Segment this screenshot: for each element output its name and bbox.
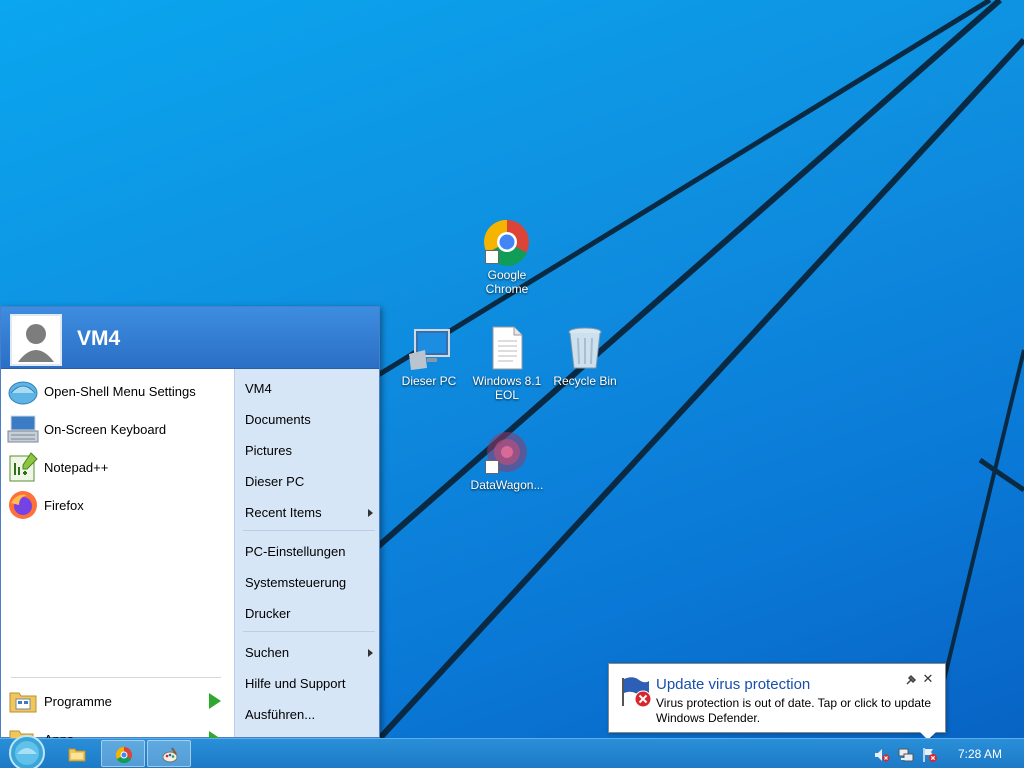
- places-item-pc-settings[interactable]: PC-Einstellungen: [245, 541, 377, 563]
- keyboard-icon: [7, 413, 39, 445]
- places-item-search[interactable]: Suchen: [245, 642, 377, 664]
- places-item-control-panel[interactable]: Systemsteuerung: [245, 572, 377, 594]
- network-icon[interactable]: [898, 747, 914, 763]
- volume-muted-icon[interactable]: [874, 747, 890, 763]
- places-item-label: VM4: [245, 381, 272, 396]
- desktop-icon-windows-eol[interactable]: Windows 8.1 EOL: [469, 324, 545, 402]
- chrome-icon: [483, 218, 531, 266]
- start-item-label: On-Screen Keyboard: [44, 421, 167, 437]
- taskbar-file-explorer[interactable]: [55, 740, 99, 767]
- start-menu-places-pane: VM4 Documents Pictures Dieser PC Recent …: [234, 369, 379, 737]
- notification-balloon[interactable]: Update virus protection Virus protection…: [608, 663, 946, 733]
- file-explorer-icon: [68, 745, 86, 763]
- taskbar-paint[interactable]: [147, 740, 191, 767]
- start-menu-programs-pane: Open-Shell Menu Settings On-Screen Keybo…: [1, 369, 234, 768]
- places-item-help-support[interactable]: Hilfe und Support: [245, 673, 377, 695]
- places-item-recent-items[interactable]: Recent Items: [245, 502, 377, 524]
- places-item-printers[interactable]: Drucker: [245, 603, 377, 625]
- submenu-arrow-icon: [209, 693, 221, 709]
- start-item-on-screen-keyboard[interactable]: On-Screen Keyboard: [7, 412, 229, 446]
- start-item-label: Firefox: [44, 497, 84, 513]
- places-item-pictures[interactable]: Pictures: [245, 440, 377, 462]
- firefox-icon: [7, 489, 39, 521]
- desktop-icon-label: Google Chrome: [485, 268, 529, 296]
- settings-wrench-icon[interactable]: [905, 674, 917, 686]
- places-item-label: PC-Einstellungen: [245, 544, 346, 559]
- desktop-icon-recycle-bin[interactable]: Recycle Bin: [547, 324, 623, 388]
- places-item-label: Documents: [245, 412, 311, 427]
- notepad-plus-icon: [7, 451, 39, 483]
- computer-icon: [405, 324, 453, 372]
- close-icon[interactable]: ✕: [921, 672, 935, 686]
- start-item-label: Open-Shell Menu Settings: [44, 383, 196, 399]
- start-item-label: Programme: [44, 693, 112, 709]
- user-icon: [12, 316, 60, 364]
- desktop-icon-label: Dieser PC: [401, 374, 457, 388]
- desktop-icon-label: DataWagon...: [470, 478, 544, 492]
- places-item-label: Ausführen...: [245, 707, 316, 722]
- action-center-alert-icon[interactable]: [922, 747, 938, 763]
- shell-icon: [7, 375, 39, 407]
- places-item-label: Drucker: [245, 606, 291, 621]
- start-item-programs[interactable]: Programme: [7, 684, 229, 718]
- shortcut-arrow-icon: [485, 250, 499, 264]
- start-item-label: Notepad++: [44, 459, 109, 475]
- submenu-arrow-icon: [368, 649, 373, 657]
- text-file-icon: [483, 324, 531, 372]
- start-orb-icon: [9, 735, 45, 768]
- taskbar: 7:28 AM: [0, 735, 1024, 768]
- start-item-firefox[interactable]: Firefox: [7, 488, 229, 522]
- notification-title: Update virus protection: [656, 676, 811, 693]
- desktop-icon-chrome[interactable]: Google Chrome: [469, 218, 545, 296]
- user-avatar[interactable]: [10, 314, 62, 366]
- places-item-label: Pictures: [245, 443, 292, 458]
- places-item-label: Dieser PC: [245, 474, 305, 489]
- places-item-label: Suchen: [245, 645, 290, 660]
- places-item-label: Hilfe und Support: [245, 676, 346, 691]
- start-button[interactable]: [8, 734, 46, 768]
- places-item-this-pc[interactable]: Dieser PC: [245, 471, 377, 493]
- places-item-user[interactable]: VM4: [245, 378, 377, 400]
- desktop-icon-label: Recycle Bin: [553, 374, 617, 388]
- user-name: VM4: [77, 327, 121, 350]
- places-item-label: Recent Items: [245, 505, 322, 520]
- start-menu: VM4 Open-Shell Menu Settings On-Screen K…: [0, 306, 380, 768]
- start-menu-divider: [11, 677, 221, 678]
- desktop-icon-label: Windows 8.1 EOL: [472, 374, 542, 402]
- start-menu-header: VM4: [1, 307, 379, 369]
- submenu-arrow-icon: [368, 509, 373, 517]
- paint-icon: [161, 746, 179, 764]
- places-item-run[interactable]: Ausführen...: [245, 704, 377, 726]
- taskbar-chrome[interactable]: [101, 740, 145, 767]
- places-divider: [243, 631, 375, 632]
- security-flag-icon: [619, 674, 653, 708]
- shortcut-arrow-icon: [485, 460, 499, 474]
- notification-text: Virus protection is out of date. Tap or …: [656, 696, 932, 725]
- desktop-icon-this-pc[interactable]: Dieser PC: [391, 324, 467, 388]
- desktop-icon-datawagon[interactable]: DataWagon...: [469, 428, 545, 492]
- taskbar-clock[interactable]: 7:28 AM: [958, 747, 1002, 761]
- places-divider: [243, 530, 375, 531]
- programs-folder-icon: [7, 685, 39, 717]
- recycle-bin-icon: [561, 324, 609, 372]
- datawagon-icon: [483, 428, 531, 476]
- chrome-icon: [115, 746, 133, 764]
- places-item-documents[interactable]: Documents: [245, 409, 377, 431]
- places-item-label: Systemsteuerung: [245, 575, 347, 590]
- start-item-notepad-plus[interactable]: Notepad++: [7, 450, 229, 484]
- start-item-open-shell-settings[interactable]: Open-Shell Menu Settings: [7, 374, 229, 408]
